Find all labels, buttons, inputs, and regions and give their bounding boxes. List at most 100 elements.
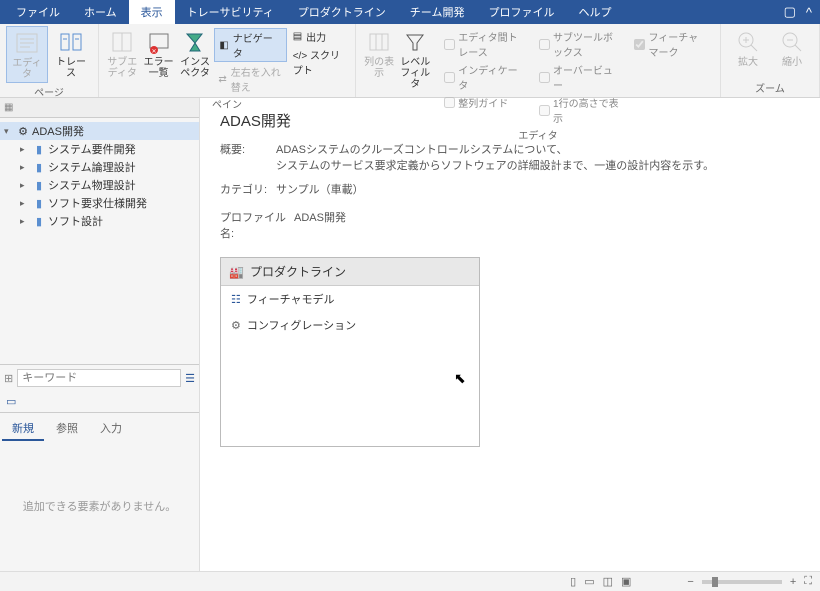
menu-file[interactable]: ファイル xyxy=(4,0,72,24)
tree-item-0[interactable]: ▸▮システム要件開発 xyxy=(0,140,199,158)
twisty-icon[interactable]: ▸ xyxy=(20,198,30,209)
menu-view[interactable]: 表示 xyxy=(129,0,175,24)
editor-button[interactable]: エディタ xyxy=(6,26,48,83)
view-mode-4-icon[interactable]: ▣ xyxy=(621,575,631,588)
menu-help[interactable]: ヘルプ xyxy=(566,0,623,24)
levelfilter-button[interactable]: レベルフィルタ xyxy=(398,26,432,92)
collapse-ribbon-icon[interactable]: ^ xyxy=(806,5,812,20)
tree-tab-bar: ▦ xyxy=(0,98,199,118)
menu-profile[interactable]: プロファイル xyxy=(476,0,566,24)
editor-label: エディタ xyxy=(9,58,45,80)
overview-label: 概要: xyxy=(220,141,276,173)
configuration-label: コンフィグレーション xyxy=(247,317,356,333)
zoom-plus[interactable]: + xyxy=(790,576,796,588)
monitor-icon[interactable]: ▢ xyxy=(784,4,796,20)
view-mode-2-icon[interactable]: ▭ xyxy=(584,575,594,588)
project-tree: ▾ ⚙ ADAS開発 ▸▮システム要件開発 ▸▮システム論理設計 ▸▮システム物… xyxy=(0,118,199,234)
zoom-slider[interactable] xyxy=(702,580,782,584)
bottom-empty-text: 追加できる要素がありません。 xyxy=(23,498,176,514)
zoomin-button[interactable]: 拡大 xyxy=(727,26,769,70)
swap-label: 左右を入れ替え xyxy=(231,64,283,94)
svg-text:✕: ✕ xyxy=(151,49,156,55)
productline-box: 🏭 プロダクトライン ☷ フィーチャモデル ⚙ コンフィグレーション xyxy=(220,257,480,447)
menu-productline[interactable]: プロダクトライン xyxy=(286,0,398,24)
trace-icon xyxy=(57,28,85,56)
tree-item-3[interactable]: ▸▮ソフト要求仕様開発 xyxy=(0,194,199,212)
twisty-icon[interactable]: ▸ xyxy=(20,144,30,155)
tree-tab-icon[interactable]: ▦ xyxy=(4,102,13,113)
group-zoom-label: ズーム xyxy=(727,79,813,97)
chk-featuremark[interactable]: フィーチャマーク xyxy=(632,28,710,60)
inspector-button[interactable]: インスペクタ xyxy=(178,26,212,81)
tab-input[interactable]: 入力 xyxy=(90,417,132,441)
errors-icon: ✕ xyxy=(145,28,173,56)
featuremodel-item[interactable]: ☷ フィーチャモデル xyxy=(221,286,479,312)
search-scope-icon[interactable]: ⊞ xyxy=(4,372,13,385)
profile-value: ADAS開発 xyxy=(294,209,346,241)
gear-icon: ⚙ xyxy=(231,319,241,332)
columns-button[interactable]: 列の表示 xyxy=(362,26,396,81)
productline-header: 🏭 プロダクトライン xyxy=(221,258,479,286)
tree-item-4[interactable]: ▸▮ソフト設計 xyxy=(0,212,199,230)
overview-line2: システムのサービス要求定義からソフトウェアの詳細設計まで、一連の設計内容を示す。 xyxy=(276,157,714,173)
folder-icon: ▮ xyxy=(32,215,46,227)
tab-new[interactable]: 新規 xyxy=(2,417,44,441)
search-options-icon[interactable]: ☰ xyxy=(185,372,195,385)
tree-root[interactable]: ▾ ⚙ ADAS開発 xyxy=(0,122,199,140)
menu-home[interactable]: ホーム xyxy=(72,0,129,24)
zoomout-button[interactable]: 縮小 xyxy=(771,26,813,70)
zoomout-label: 縮小 xyxy=(782,57,802,68)
errors-label: エラー一覧 xyxy=(143,57,173,79)
zoom-minus[interactable]: − xyxy=(687,576,693,588)
chk-overview[interactable]: オーバービュー xyxy=(537,61,622,93)
panel-icon[interactable]: ▭ xyxy=(6,396,16,408)
overview-line1: ADASシステムのクルーズコントロールシステムについて、 xyxy=(276,141,714,157)
folder-icon: ▮ xyxy=(32,143,46,155)
twisty-icon[interactable]: ▸ xyxy=(20,216,30,227)
ribbon: エディタ トレース ページ サブエディタ ✕ エラー一覧 インスペクタ xyxy=(0,24,820,98)
errors-button[interactable]: ✕ エラー一覧 xyxy=(141,26,175,81)
category-value: サンプル（車載） xyxy=(276,181,364,197)
trace-button[interactable]: トレース xyxy=(50,26,92,81)
swap-button[interactable]: ⇄ 左右を入れ替え xyxy=(214,63,286,95)
tree-root-label: ADAS開発 xyxy=(32,123,84,139)
subeditor-button[interactable]: サブエディタ xyxy=(105,26,139,81)
chk-editortrace[interactable]: エディタ間トレース xyxy=(442,28,527,60)
menu-team[interactable]: チーム開発 xyxy=(398,0,477,24)
script-button[interactable]: </> スクリプト xyxy=(289,46,349,78)
tree-item-1[interactable]: ▸▮システム論理設計 xyxy=(0,158,199,176)
zoomin-label: 拡大 xyxy=(738,57,758,68)
navigator-button[interactable]: ◧ ナビゲータ xyxy=(214,28,286,62)
view-mode-1-icon[interactable]: ▯ xyxy=(570,575,576,588)
search-input[interactable] xyxy=(17,369,181,387)
fullscreen-icon[interactable]: ⛶ xyxy=(804,575,812,588)
twisty-icon[interactable]: ▾ xyxy=(4,126,14,137)
category-label: カテゴリ: xyxy=(220,181,276,197)
folder-icon: ▮ xyxy=(32,161,46,173)
tree-item-2[interactable]: ▸▮システム物理設計 xyxy=(0,176,199,194)
navigator-label: ナビゲータ xyxy=(233,30,282,60)
editor-icon xyxy=(13,29,41,57)
output-icon: ▤ xyxy=(293,31,302,42)
tab-ref[interactable]: 参照 xyxy=(46,417,88,441)
levelfilter-label: レベルフィルタ xyxy=(400,57,430,90)
status-bar: ▯ ▭ ◫ ▣ − + ⛶ xyxy=(0,571,820,591)
twisty-icon[interactable]: ▸ xyxy=(20,180,30,191)
bottom-panel-body: 追加できる要素がありません。 xyxy=(0,441,199,571)
featuremodel-icon: ☷ xyxy=(231,293,241,306)
featuremodel-label: フィーチャモデル xyxy=(247,291,335,307)
trace-label: トレース xyxy=(52,57,90,79)
view-mode-3-icon[interactable]: ◫ xyxy=(603,575,613,588)
subeditor-icon xyxy=(108,28,136,56)
menu-traceability[interactable]: トレーサビリティ xyxy=(175,0,286,24)
script-label: </> スクリプト xyxy=(293,47,345,77)
chk-subtoolbox[interactable]: サブツールボックス xyxy=(537,28,622,60)
twisty-icon[interactable]: ▸ xyxy=(20,162,30,173)
output-label: 出力 xyxy=(306,29,326,44)
configuration-item[interactable]: ⚙ コンフィグレーション xyxy=(221,312,479,338)
productline-title: プロダクトライン xyxy=(250,263,346,280)
chk-indicator[interactable]: インディケータ xyxy=(442,61,527,93)
navigator-icon: ◧ xyxy=(219,40,228,51)
output-button[interactable]: ▤ 出力 xyxy=(289,28,349,45)
inspector-icon xyxy=(181,28,209,56)
